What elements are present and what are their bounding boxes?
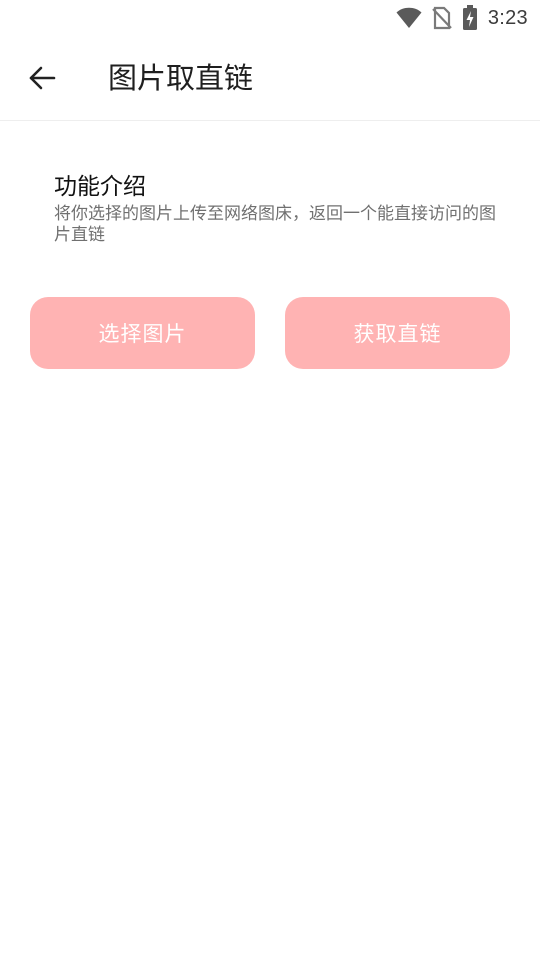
- battery-charging-icon: [462, 5, 478, 31]
- status-bar: 3:23: [0, 0, 540, 36]
- back-button[interactable]: [20, 56, 64, 100]
- intro-section: 功能介绍 将你选择的图片上传至网络图床，返回一个能直接访问的图片直链: [54, 172, 504, 246]
- intro-title: 功能介绍: [54, 174, 146, 200]
- select-image-button[interactable]: 选择图片: [30, 297, 255, 369]
- intro-description: 将你选择的图片上传至网络图床，返回一个能直接访问的图片直链: [54, 204, 496, 245]
- get-link-button[interactable]: 获取直链: [285, 297, 510, 369]
- page-title: 图片取直链: [108, 61, 254, 95]
- arrow-left-icon: [28, 64, 56, 92]
- wifi-icon: [396, 7, 422, 29]
- no-sim-icon: [432, 6, 452, 30]
- status-time: 3:23: [487, 6, 528, 29]
- action-buttons: 选择图片 获取直链: [30, 297, 510, 369]
- screen: 3:23 图片取直链 功能介绍 将你选择的图片上传至网络图床，返回一个能直接访问…: [0, 0, 540, 960]
- status-icons: 3:23: [396, 5, 528, 31]
- toolbar: 图片取直链: [0, 36, 540, 121]
